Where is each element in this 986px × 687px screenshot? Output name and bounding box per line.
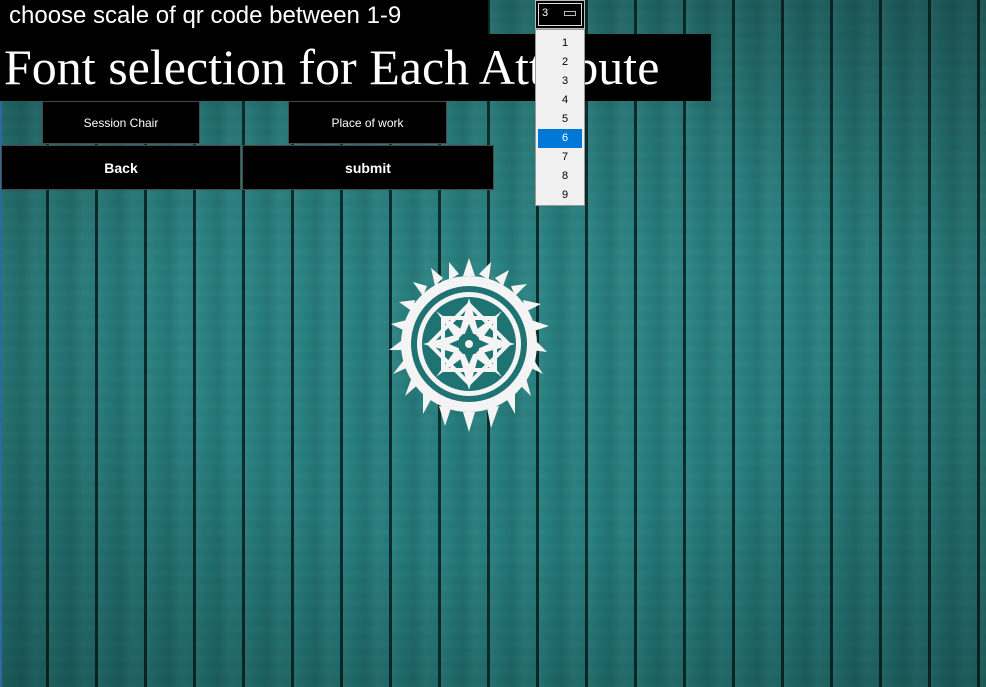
back-button[interactable]: Back [1, 145, 241, 190]
page-title: Font selection for Each Attribute [0, 34, 711, 101]
scale-option-8[interactable]: 8 [538, 167, 582, 186]
scale-option-4[interactable]: 4 [538, 91, 582, 110]
session-chair-button[interactable]: Session Chair [42, 101, 200, 144]
submit-button[interactable]: submit [242, 145, 494, 190]
sun-emblem-icon [389, 258, 549, 432]
combobox-value: 3 [542, 7, 549, 19]
scale-option-1[interactable]: 1 [538, 34, 582, 53]
qr-scale-label: choose scale of qr code between 1-9 [0, 0, 488, 34]
window-edge [0, 0, 2, 687]
scale-option-6[interactable]: 6 [538, 129, 582, 148]
scale-option-3[interactable]: 3 [538, 72, 582, 91]
qr-scale-combobox[interactable]: 3 [535, 0, 585, 29]
scale-option-7[interactable]: 7 [538, 148, 582, 167]
scale-option-9[interactable]: 9 [538, 186, 582, 205]
qr-scale-dropdown-list[interactable]: 1 2 3 4 5 6 7 8 9 [535, 29, 585, 206]
scale-option-2[interactable]: 2 [538, 53, 582, 72]
place-of-work-button[interactable]: Place of work [288, 101, 447, 144]
scale-option-5[interactable]: 5 [538, 110, 582, 129]
dropdown-arrow-icon[interactable] [564, 11, 576, 16]
